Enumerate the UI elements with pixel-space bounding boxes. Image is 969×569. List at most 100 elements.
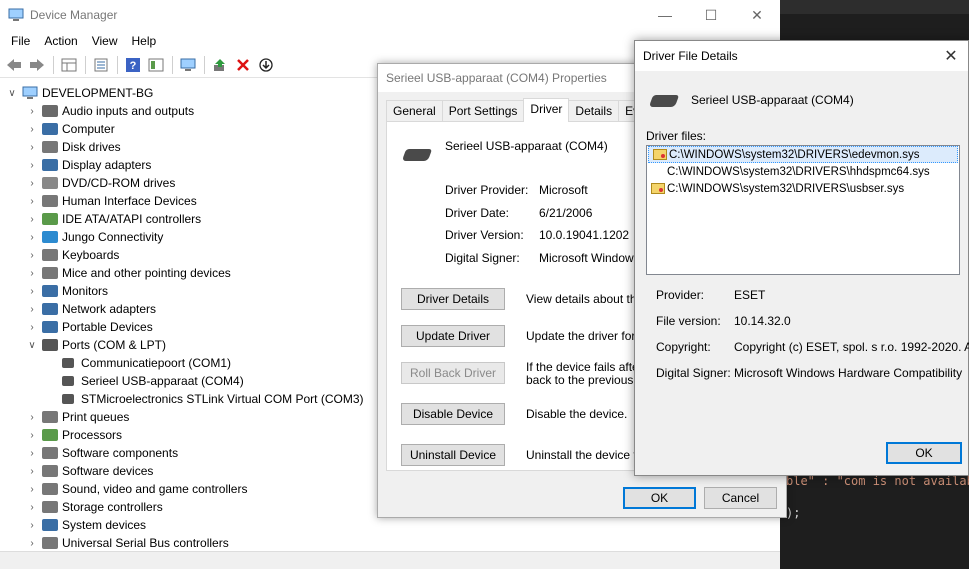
list-icon[interactable] bbox=[90, 54, 112, 76]
maximize-button[interactable]: ☐ bbox=[688, 0, 734, 30]
category-icon bbox=[42, 483, 58, 495]
back-arrow-icon[interactable] bbox=[3, 54, 25, 76]
driver-details-button[interactable]: Driver Details bbox=[401, 288, 505, 310]
uninstall-x-icon[interactable] bbox=[232, 54, 254, 76]
close-icon[interactable]: ✕ bbox=[940, 45, 962, 67]
digital-signer-value: Microsoft Windows bbox=[539, 251, 640, 265]
driver-version-label: Driver Version: bbox=[445, 228, 524, 242]
tree-category-label: Software components bbox=[62, 446, 179, 460]
properties-grid-icon[interactable] bbox=[58, 54, 80, 76]
chevron-right-icon[interactable]: › bbox=[26, 285, 38, 297]
editor-code-line: ble" : "com is not availabl bbox=[786, 474, 969, 488]
forward-arrow-icon[interactable] bbox=[26, 54, 48, 76]
chevron-right-icon[interactable]: › bbox=[26, 519, 38, 531]
tree-category-label: Ports (COM & LPT) bbox=[62, 338, 167, 352]
category-icon bbox=[42, 267, 58, 279]
dfd-digital-signer-value: Microsoft Windows Hardware Compatibility bbox=[734, 366, 963, 380]
tab-port-settings[interactable]: Port Settings bbox=[441, 100, 525, 122]
chevron-right-icon[interactable]: › bbox=[26, 447, 38, 459]
toolbar-separator bbox=[204, 55, 205, 74]
dfd-title: Driver File Details bbox=[643, 49, 738, 63]
chevron-right-icon[interactable]: › bbox=[26, 105, 38, 117]
category-icon bbox=[42, 429, 58, 441]
chevron-right-icon[interactable]: › bbox=[26, 501, 38, 513]
tree-category[interactable]: › System devices bbox=[0, 516, 780, 534]
tab-general[interactable]: General bbox=[386, 100, 443, 122]
tab-details[interactable]: Details bbox=[568, 100, 620, 122]
chevron-down-icon[interactable]: ∨ bbox=[26, 339, 38, 351]
driver-file-path: C:\WINDOWS\system32\DRIVERS\hhdspmc64.sy… bbox=[667, 165, 930, 178]
category-icon bbox=[42, 447, 58, 459]
file-version-label: File version: bbox=[656, 314, 721, 328]
menu-action[interactable]: Action bbox=[37, 34, 84, 48]
download-circle-icon[interactable] bbox=[255, 54, 277, 76]
chevron-right-icon[interactable]: › bbox=[26, 231, 38, 243]
chevron-right-icon[interactable]: › bbox=[26, 465, 38, 477]
driver-date-value: 6/21/2006 bbox=[539, 206, 593, 220]
usb-device-icon bbox=[401, 149, 433, 161]
chevron-right-icon[interactable]: › bbox=[26, 483, 38, 495]
tree-category-label: Sound, video and game controllers bbox=[62, 482, 248, 496]
port-device-icon bbox=[62, 376, 74, 386]
chevron-right-icon[interactable]: › bbox=[26, 141, 38, 153]
copyright-label: Copyright: bbox=[656, 340, 711, 354]
category-icon bbox=[42, 231, 58, 243]
category-icon bbox=[42, 465, 58, 477]
svg-text:?: ? bbox=[130, 60, 137, 72]
details-view-icon[interactable] bbox=[145, 54, 167, 76]
tree-category-label: Display adapters bbox=[62, 158, 152, 172]
chevron-right-icon[interactable]: › bbox=[26, 177, 38, 189]
chevron-right-icon[interactable]: › bbox=[26, 195, 38, 207]
tree-category[interactable]: › Universal Serial Bus controllers bbox=[0, 534, 780, 552]
horizontal-scrollbar[interactable] bbox=[0, 551, 780, 569]
cancel-button[interactable]: Cancel bbox=[704, 487, 777, 509]
chevron-right-icon[interactable]: › bbox=[26, 537, 38, 549]
usb-device-icon bbox=[648, 95, 680, 107]
tree-category-label: DVD/CD-ROM drives bbox=[62, 176, 176, 190]
category-icon bbox=[42, 123, 58, 135]
tree-root-label: DEVELOPMENT-BG bbox=[42, 86, 154, 100]
roll-back-driver-button[interactable]: Roll Back Driver bbox=[401, 362, 505, 384]
certificate-icon bbox=[653, 149, 667, 160]
window-controls: — ☐ ✕ bbox=[642, 0, 780, 30]
chevron-right-icon[interactable]: › bbox=[26, 159, 38, 171]
chevron-right-icon[interactable]: › bbox=[26, 123, 38, 135]
chevron-right-icon[interactable]: › bbox=[26, 267, 38, 279]
tree-category-label: Print queues bbox=[62, 410, 130, 424]
chevron-right-icon[interactable]: › bbox=[26, 213, 38, 225]
tree-category-label: Storage controllers bbox=[62, 500, 163, 514]
chevron-right-icon[interactable]: › bbox=[26, 321, 38, 333]
minimize-button[interactable]: — bbox=[642, 0, 688, 30]
tree-category-label: Human Interface Devices bbox=[62, 194, 197, 208]
chevron-right-icon[interactable]: › bbox=[26, 429, 38, 441]
update-driver-icon[interactable] bbox=[209, 54, 231, 76]
driver-files-list[interactable]: C:\WINDOWS\system32\DRIVERS\edevmon.sys C… bbox=[646, 145, 960, 275]
chevron-right-icon[interactable]: › bbox=[26, 411, 38, 423]
dfd-ok-button[interactable]: OK bbox=[886, 442, 962, 464]
tree-category-label: Audio inputs and outputs bbox=[62, 104, 195, 118]
chevron-right-icon[interactable]: › bbox=[26, 249, 38, 261]
driver-file-row[interactable]: C:\WINDOWS\system32\DRIVERS\edevmon.sys bbox=[648, 146, 958, 163]
tree-category-label: IDE ATA/ATAPI controllers bbox=[62, 212, 202, 226]
uninstall-device-button[interactable]: Uninstall Device bbox=[401, 444, 505, 466]
driver-file-row[interactable]: C:\WINDOWS\system32\DRIVERS\usbser.sys bbox=[647, 180, 959, 197]
category-icon bbox=[42, 411, 58, 423]
menu-file[interactable]: File bbox=[4, 34, 37, 48]
close-button[interactable]: ✕ bbox=[734, 0, 780, 30]
tab-driver[interactable]: Driver bbox=[523, 98, 570, 122]
driver-file-row[interactable]: C:\WINDOWS\system32\DRIVERS\hhdspmc64.sy… bbox=[647, 163, 959, 180]
ok-button[interactable]: OK bbox=[623, 487, 696, 509]
tree-device-label: STMicroelectronics STLink Virtual COM Po… bbox=[81, 392, 364, 406]
tab-strip: General Port Settings Driver Details Eve… bbox=[386, 98, 669, 122]
update-driver-button[interactable]: Update Driver bbox=[401, 325, 505, 347]
help-icon[interactable]: ? bbox=[122, 54, 144, 76]
menu-view[interactable]: View bbox=[85, 34, 125, 48]
disable-device-button[interactable]: Disable Device bbox=[401, 403, 505, 425]
category-icon bbox=[42, 249, 58, 261]
chevron-down-icon[interactable]: ∨ bbox=[6, 87, 18, 99]
category-icon bbox=[42, 303, 58, 315]
dfd-device-name: Serieel USB-apparaat (COM4) bbox=[691, 93, 854, 107]
chevron-right-icon[interactable]: › bbox=[26, 303, 38, 315]
monitor-scan-icon[interactable] bbox=[177, 54, 199, 76]
menu-help[interactable]: Help bbox=[125, 34, 164, 48]
